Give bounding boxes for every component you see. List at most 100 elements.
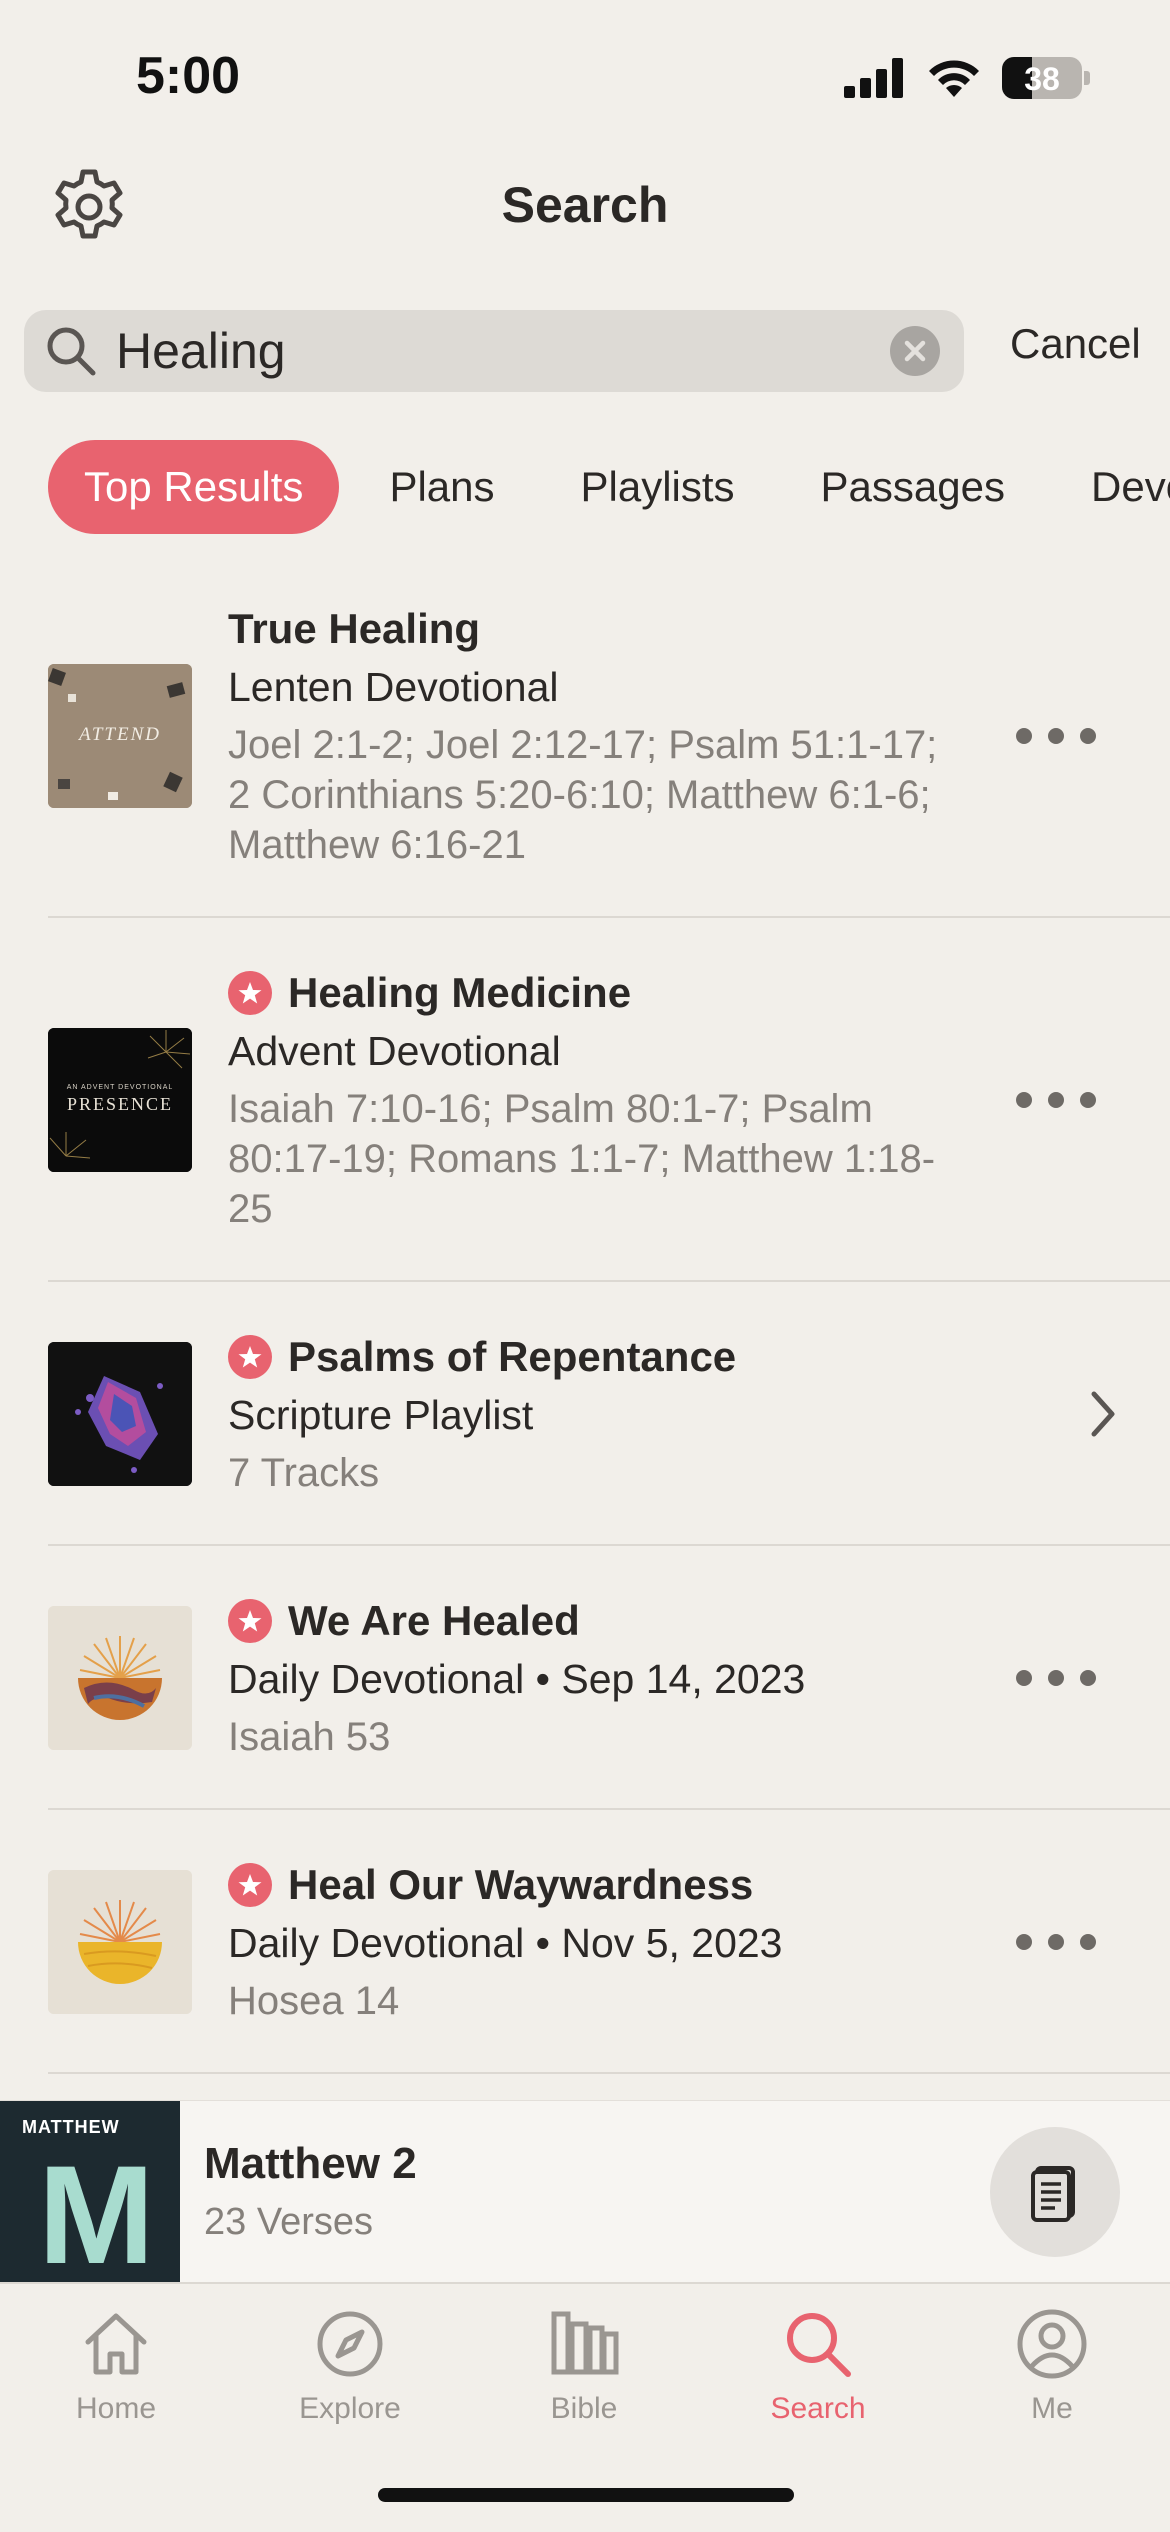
filter-tabs: Top ResultsPlansPlaylistsPassagesDevotio…	[48, 440, 1170, 534]
divider	[48, 1544, 1170, 1546]
home-indicator	[378, 2488, 794, 2502]
search-icon	[787, 2313, 851, 2377]
page-title: Search	[501, 177, 669, 233]
more-dot	[1080, 1934, 1096, 1950]
cellular-signal-icon	[844, 58, 903, 98]
more-dot	[1016, 728, 1032, 744]
more-dot	[1080, 728, 1096, 744]
result-passages: Hosea 14	[228, 1979, 400, 2023]
result-thumbnail: AN ADVENT DEVOTIONAL PRESENCE	[48, 1028, 192, 1172]
more-options-button[interactable]	[1016, 1912, 1096, 1972]
result-item[interactable]: Psalms of Repentance Scripture Playlist …	[48, 1328, 1170, 1518]
tab-label: Home	[75, 2392, 157, 2425]
tab-passages[interactable]: Passages	[785, 440, 1041, 534]
we-are-healed-artwork	[48, 1606, 192, 1750]
result-title-text: Heal Our Waywardness	[288, 1861, 754, 1908]
result-title-text: We Are Healed	[288, 1597, 580, 1644]
result-passages: Isaiah 53	[228, 1715, 391, 1759]
tab-playlists[interactable]: Playlists	[545, 440, 771, 534]
more-options-button[interactable]	[1016, 1648, 1096, 1708]
tab-label: Bible	[550, 2392, 618, 2425]
more-dot	[1016, 1934, 1032, 1950]
now-playing-title: Matthew 2	[204, 2139, 417, 2188]
result-title-text: Healing Medicine	[288, 969, 632, 1016]
more-dot	[1048, 1670, 1064, 1686]
featured-star-icon	[228, 1599, 272, 1643]
tab-devotionals[interactable]: Devotionals	[1055, 440, 1170, 534]
chevron-right-button[interactable]	[1078, 1384, 1128, 1444]
more-dot	[1080, 1670, 1096, 1686]
more-options-button[interactable]	[1016, 1070, 1096, 1130]
featured-star-icon	[228, 1335, 272, 1379]
tab-search[interactable]: Search	[718, 2304, 918, 2426]
divider	[48, 1808, 1170, 1810]
artwork-label: MATTHEW	[22, 2117, 120, 2137]
tab-top-results[interactable]: Top Results	[48, 440, 340, 534]
status-time: 5:00	[136, 47, 241, 105]
result-subtitle: Scripture Playlist	[228, 1392, 534, 1438]
tab-bible[interactable]: Bible	[484, 2304, 684, 2426]
featured-star-icon	[228, 971, 272, 1015]
search-input[interactable]	[116, 320, 876, 382]
result-title: We Are Healed	[228, 1592, 948, 1650]
now-playing-subtitle: 23 Verses	[204, 2201, 373, 2243]
result-item[interactable]: We Are Healed Daily Devotional • Sep 14,…	[48, 1592, 1170, 1782]
result-title: Psalms of Repentance	[228, 1328, 948, 1386]
divider	[48, 1280, 1170, 1282]
result-thumbnail: ATTEND	[48, 664, 192, 808]
compass-icon	[317, 2311, 383, 2377]
more-options-button[interactable]	[1016, 706, 1096, 766]
tab-explore[interactable]: Explore	[250, 2304, 450, 2426]
document-icon	[1031, 2166, 1075, 2222]
reader-button[interactable]	[990, 2127, 1120, 2257]
search-box[interactable]	[24, 310, 964, 392]
person-icon	[1017, 2309, 1087, 2379]
thumbnail-small-text: AN ADVENT DEVOTIONAL	[66, 1084, 174, 1091]
result-title: True Healing	[228, 600, 948, 658]
search-icon	[47, 327, 96, 376]
result-subtitle: Lenten Devotional	[228, 664, 559, 710]
tab-home[interactable]: Home	[16, 2304, 216, 2426]
result-subtitle: Advent Devotional	[228, 1028, 561, 1074]
tab-label: Explore	[299, 2392, 401, 2425]
close-icon	[904, 340, 926, 362]
result-item[interactable]: Heal Our Waywardness Daily Devotional • …	[48, 1856, 1170, 2046]
books-icon	[551, 2311, 619, 2375]
thumbnail-title: PRESENCE	[66, 1094, 174, 1114]
battery-percent: 38	[1024, 61, 1060, 97]
status-icons: 38	[844, 52, 1090, 104]
chevron-right-icon	[1091, 1391, 1115, 1437]
featured-star-icon	[228, 1863, 272, 1907]
tab-me[interactable]: Me	[952, 2304, 1152, 2426]
wifi-icon	[929, 60, 979, 97]
artwork-letter: M	[38, 2136, 155, 2284]
home-icon	[85, 2313, 147, 2375]
divider	[48, 2072, 1170, 2074]
more-dot	[1048, 1934, 1064, 1950]
result-thumbnail	[48, 1342, 192, 1486]
more-dot	[1080, 1092, 1096, 1108]
battery-icon: 38	[1002, 57, 1082, 99]
clear-search-button[interactable]	[890, 326, 940, 376]
tab-label: Search	[770, 2392, 866, 2425]
heal-our-waywardness-artwork	[48, 1870, 192, 2014]
cancel-button[interactable]: Cancel	[1010, 320, 1141, 368]
battery-nub	[1084, 71, 1090, 85]
tab-label: Me	[1031, 2392, 1073, 2425]
status-bar: 5:00 38	[0, 0, 1170, 150]
result-item[interactable]: AN ADVENT DEVOTIONAL PRESENCE Healing Me…	[48, 964, 1170, 1264]
result-passages: Joel 2:1-2; Joel 2:12-17; Psalm 51:1-17;…	[228, 723, 938, 867]
tab-plans[interactable]: Plans	[353, 440, 530, 534]
result-subtitle: Daily Devotional • Nov 5, 2023	[228, 1920, 783, 1966]
now-playing-artwork: MATTHEW M	[0, 2101, 180, 2283]
mini-player[interactable]: MATTHEW M Matthew 2 23 Verses	[0, 2100, 1170, 2283]
result-title-text: Psalms of Repentance	[288, 1333, 737, 1380]
result-title-text: True Healing	[228, 605, 481, 652]
result-item[interactable]: ATTEND True Healing Lenten Devotional Jo…	[48, 600, 1170, 900]
result-thumbnail	[48, 1606, 192, 1750]
divider	[48, 916, 1170, 918]
result-track-count: 7 Tracks	[228, 1451, 380, 1495]
more-dot	[1048, 728, 1064, 744]
result-thumbnail	[48, 1870, 192, 2014]
result-subtitle: Daily Devotional • Sep 14, 2023	[228, 1656, 806, 1702]
